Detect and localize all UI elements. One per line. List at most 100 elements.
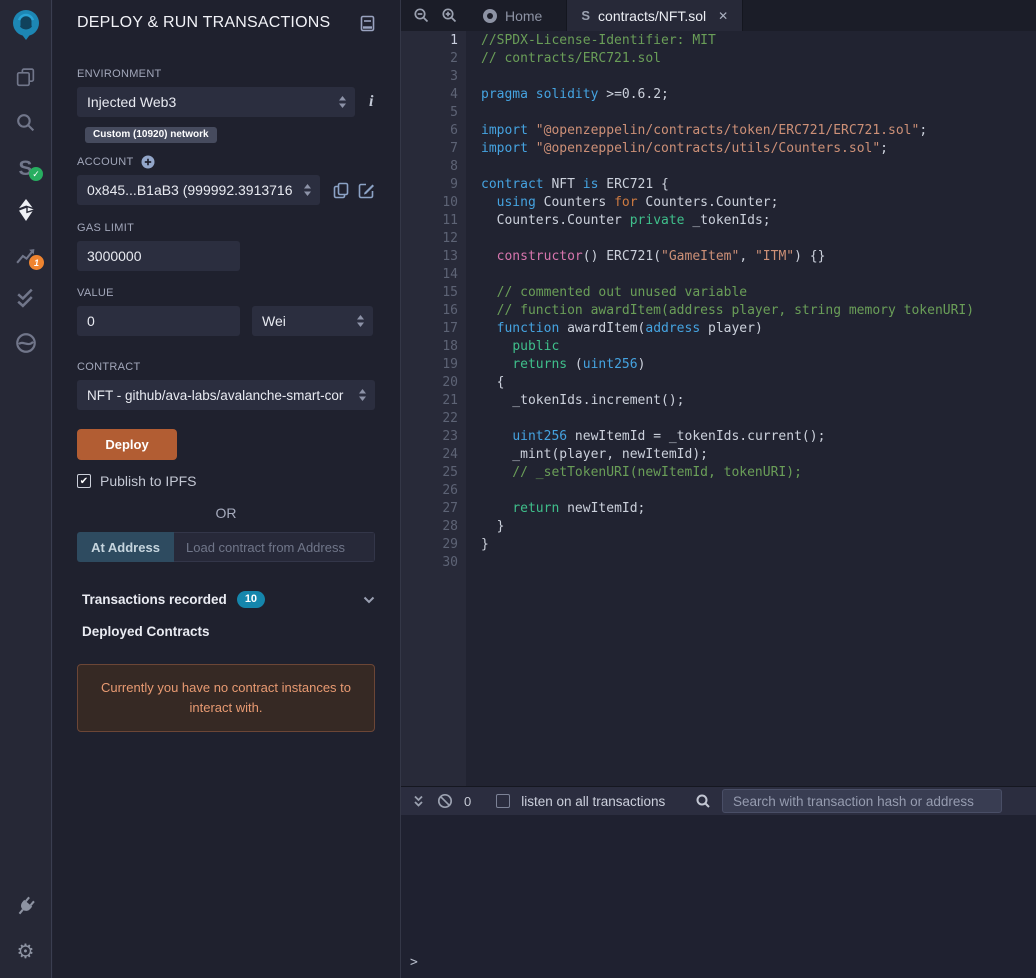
zoom-in-button[interactable] xyxy=(435,0,463,31)
line-number: 13 xyxy=(442,249,458,264)
terminal-prompt: > xyxy=(410,955,418,970)
account-label: ACCOUNT xyxy=(77,156,134,168)
sidebar-item-settings[interactable]: ⚙ xyxy=(0,939,51,964)
tab-nft-sol[interactable]: S contracts/NFT.sol ✕ xyxy=(566,0,744,31)
code-line: import "@openzeppelin/contracts/utils/Co… xyxy=(481,141,888,156)
code-line: } xyxy=(481,537,489,552)
sidebar-item-plugin-manager[interactable] xyxy=(0,895,51,918)
tab-home[interactable]: Home xyxy=(469,0,556,31)
code-line: returns (uint256) xyxy=(512,357,646,372)
code-line: _tokenIds.increment(); xyxy=(481,393,685,408)
code-editor: 1 2 3 4 5 6 7 8 9 10 11 12 13 14 15 16 17 18 19 20 21 22 23 24 2… xyxy=(401,31,1036,786)
sidebar-item-file-explorer[interactable] xyxy=(0,66,51,89)
at-address-input[interactable] xyxy=(174,532,375,562)
environment-select[interactable]: Injected Web3 xyxy=(77,87,355,117)
zoom-out-button[interactable] xyxy=(407,0,435,31)
listen-transactions-checkbox[interactable]: ✔ xyxy=(496,794,511,808)
line-number: 11 xyxy=(442,213,458,228)
collapse-terminal-icon[interactable] xyxy=(411,793,426,809)
sidebar-item-solidity-compiler[interactable]: S ✓ xyxy=(0,153,51,183)
icon-rail: S ✓ 1 ⚙ xyxy=(0,0,52,978)
sidebar-item-sourcify[interactable] xyxy=(0,331,51,355)
tab-nft-sol-label: contracts/NFT.sol xyxy=(598,7,707,24)
line-number: 8 xyxy=(450,159,458,174)
line-number: 6 xyxy=(450,123,458,138)
code-line: using Counters for Counters.Counter; xyxy=(496,195,779,210)
line-number: 17 xyxy=(442,321,458,336)
line-number: 4 xyxy=(450,87,458,102)
line-number: 9 xyxy=(450,177,458,192)
line-number: 24 xyxy=(442,447,458,462)
gas-limit-input[interactable]: 3000000 xyxy=(77,241,240,271)
select-stepper-icon xyxy=(357,315,364,327)
zoom-out-icon xyxy=(413,8,428,23)
line-number: 27 xyxy=(442,501,458,516)
value-input[interactable]: 0 xyxy=(77,306,240,336)
documentation-book-icon[interactable] xyxy=(360,15,375,32)
edit-account-icon[interactable] xyxy=(358,182,375,199)
publish-ipfs-row[interactable]: ✔ Publish to IPFS xyxy=(77,473,375,489)
sidebar-item-static-analysis[interactable]: 1 xyxy=(0,242,51,270)
terminal-toolbar: 0 ✔ listen on all transactions xyxy=(401,786,1036,815)
add-account-icon[interactable] xyxy=(141,155,155,169)
compiler-success-badge: ✓ xyxy=(29,167,43,181)
value-unit-select[interactable]: Wei xyxy=(252,306,373,336)
sidebar-item-deploy-run[interactable] xyxy=(0,197,51,223)
code-line: _mint(player, newItemId); xyxy=(481,447,708,462)
line-number: 14 xyxy=(442,267,458,282)
line-number: 19 xyxy=(442,357,458,372)
line-number: 5 xyxy=(450,105,458,120)
environment-info-icon[interactable]: i xyxy=(369,93,373,111)
home-remix-icon xyxy=(483,8,497,23)
transactions-recorded-row[interactable]: Transactions recorded 10 xyxy=(77,591,375,608)
code-line: // contracts/ERC721.sol xyxy=(481,51,662,66)
terminal-search-input[interactable] xyxy=(722,789,1002,813)
copy-account-icon[interactable] xyxy=(333,182,349,199)
publish-ipfs-checkbox[interactable]: ✔ xyxy=(77,474,91,488)
transactions-recorded-label: Transactions recorded xyxy=(82,592,227,607)
deploy-panel: DEPLOY & RUN TRANSACTIONS ENVIRONMENT In… xyxy=(53,0,400,978)
editor-code[interactable]: //SPDX-License-Identifier: MIT // contrac… xyxy=(466,31,1036,786)
terminal-content[interactable]: > xyxy=(401,815,1036,978)
account-select[interactable]: 0x845...B1aB3 (999992.3913716 xyxy=(77,175,320,205)
select-stepper-icon xyxy=(339,96,346,108)
remix-logo[interactable] xyxy=(0,6,51,44)
line-number: 28 xyxy=(442,519,458,534)
no-instances-alert: Currently you have no contract instances… xyxy=(77,664,375,733)
code-line: return newItemId; xyxy=(512,501,646,516)
code-line: contract NFT is ERC721 { xyxy=(481,177,669,192)
sidebar-item-search[interactable] xyxy=(0,111,51,134)
deploy-button[interactable]: Deploy xyxy=(77,429,177,460)
code-line: import "@openzeppelin/contracts/token/ER… xyxy=(481,123,928,138)
code-line: Counters.Counter private _tokenIds; xyxy=(481,213,771,228)
line-number: 22 xyxy=(442,411,458,426)
transactions-count-badge: 10 xyxy=(236,591,266,608)
listen-transactions-label: listen on all transactions xyxy=(521,793,666,809)
close-tab-icon[interactable]: ✕ xyxy=(718,9,728,23)
contract-value: NFT - github/ava-labs/avalanche-smart-co… xyxy=(87,387,344,403)
at-address-button[interactable]: At Address xyxy=(77,532,174,562)
line-number: 26 xyxy=(442,483,458,498)
line-number: 7 xyxy=(450,141,458,156)
zoom-in-icon xyxy=(441,8,456,23)
search-icon xyxy=(17,114,35,132)
deploy-run-icon xyxy=(18,199,38,221)
select-stepper-icon xyxy=(304,184,311,196)
clear-terminal-icon[interactable] xyxy=(437,793,453,809)
select-stepper-icon xyxy=(359,389,366,401)
code-line: constructor() ERC721("GameItem", "ITM") … xyxy=(496,249,826,264)
chevron-down-icon[interactable] xyxy=(363,596,375,604)
sidebar-item-unit-testing[interactable] xyxy=(0,286,51,309)
contract-select[interactable]: NFT - github/ava-labs/avalanche-smart-co… xyxy=(77,380,375,410)
plug-icon xyxy=(18,896,35,915)
code-line: // commented out unused variable xyxy=(481,285,748,300)
line-number: 21 xyxy=(442,393,458,408)
line-number: 23 xyxy=(442,429,458,444)
line-number: 29 xyxy=(442,537,458,552)
publish-ipfs-label: Publish to IPFS xyxy=(100,473,197,489)
